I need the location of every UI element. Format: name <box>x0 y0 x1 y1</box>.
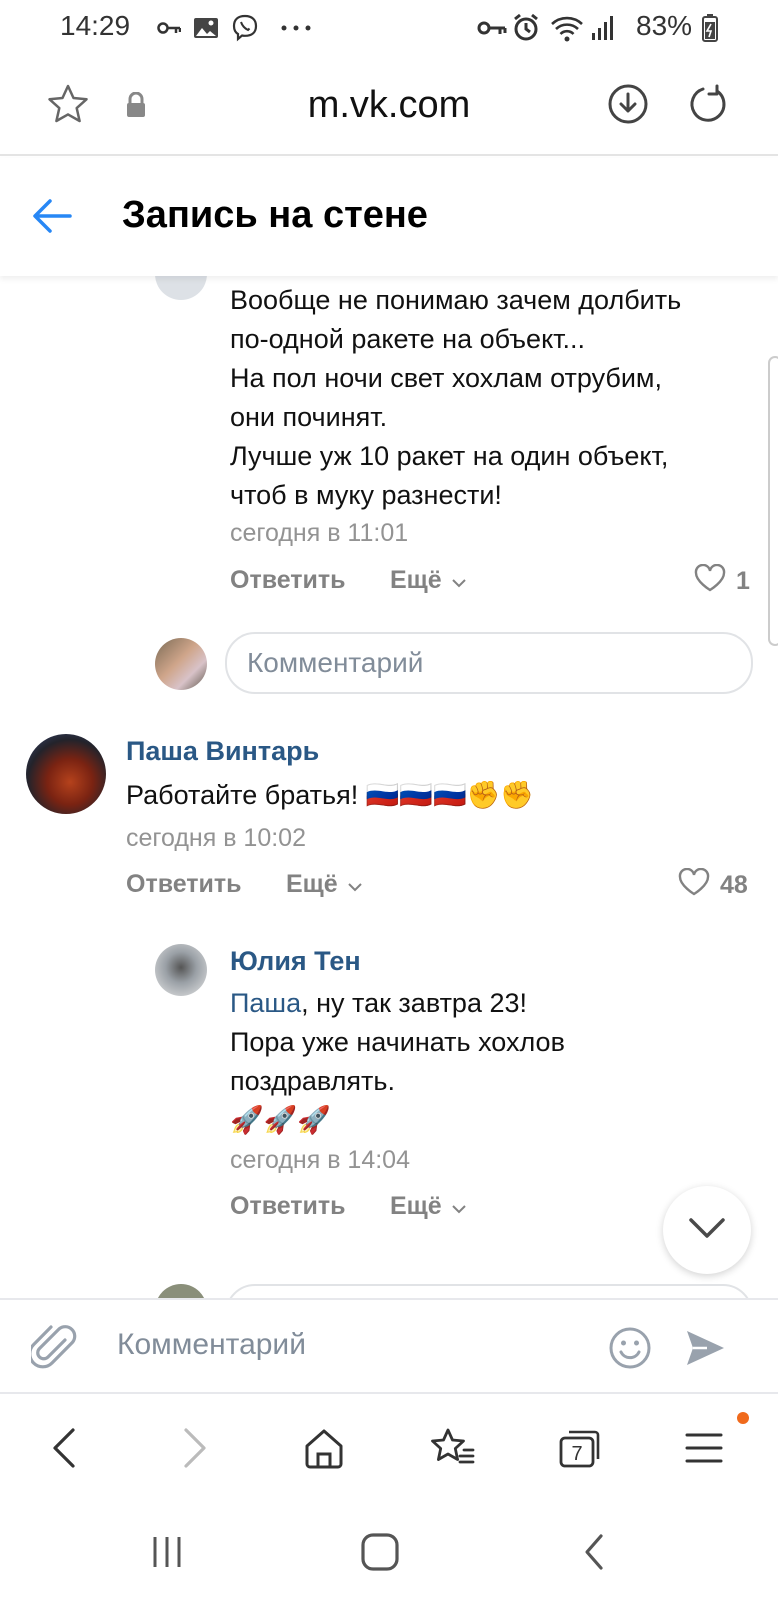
comment-line: они починят. <box>230 402 388 432</box>
tabs-count: 7 <box>571 1443 582 1465</box>
chevron-down-icon <box>687 1216 727 1245</box>
comment-line: Вообще не понимаю зачем долбить <box>230 285 682 315</box>
url-domain[interactable]: m.vk.com <box>0 84 778 127</box>
heart-icon <box>694 563 726 599</box>
comment-date[interactable]: сегодня в 14:04 <box>230 1146 410 1175</box>
comment-line: чтоб в муку разнести! <box>230 480 502 510</box>
forward-icon[interactable] <box>165 1418 225 1478</box>
page-header: Запись на стене <box>0 158 778 276</box>
comment-line: Пора уже начинать хохлов <box>230 1027 565 1057</box>
key-icon <box>156 13 182 43</box>
more-label: Ещё <box>390 1192 442 1220</box>
page-title: Запись на стене <box>122 194 428 236</box>
status-bar: 14:29 83% <box>0 0 778 56</box>
comment-date[interactable]: сегодня в 11:01 <box>230 519 408 548</box>
emoji: 🇷🇺🇷🇺🇷🇺✊✊ <box>365 780 534 810</box>
comment-line-rest: , ну так завтра 23! <box>301 988 527 1018</box>
chevron-down-icon <box>342 876 363 896</box>
comment-author[interactable]: Паша Винтарь <box>126 736 319 767</box>
alarm-icon <box>510 13 542 43</box>
comment-line: Лучше уж 10 ракет на один объект, <box>230 441 669 471</box>
reply-comment-input[interactable] <box>225 1284 753 1298</box>
avatar[interactable] <box>155 944 207 996</box>
system-back-icon[interactable] <box>564 1522 624 1582</box>
tabs-icon[interactable]: 7 <box>550 1418 610 1478</box>
like-count: 48 <box>720 871 748 899</box>
chevron-down-icon <box>446 572 467 592</box>
comment-author[interactable]: Юлия Тен <box>230 946 361 977</box>
user-avatar <box>155 638 207 690</box>
image-icon <box>193 13 219 43</box>
avatar[interactable] <box>26 734 106 814</box>
comment-line: по-одной ракете на объект... <box>230 324 586 354</box>
heart-icon <box>678 867 710 903</box>
reply-button[interactable]: Ответить <box>230 1192 346 1221</box>
download-icon[interactable] <box>606 82 650 126</box>
vpn-key-icon <box>476 13 508 43</box>
more-label: Ещё <box>390 566 442 594</box>
bookmarks-icon[interactable] <box>422 1418 482 1478</box>
back-arrow-icon[interactable] <box>30 194 74 243</box>
back-icon[interactable] <box>34 1418 94 1478</box>
more-label: Ещё <box>286 870 338 898</box>
chevron-down-icon <box>446 1198 467 1218</box>
status-time: 14:29 <box>60 10 131 41</box>
home-button-icon[interactable] <box>350 1522 410 1582</box>
notification-dot <box>737 1412 749 1424</box>
reply-comment-input[interactable]: Комментарий <box>225 632 753 694</box>
emoji: 🚀🚀🚀 <box>230 1105 331 1135</box>
recent-apps-icon[interactable] <box>137 1522 197 1582</box>
avatar[interactable] <box>155 276 207 300</box>
like-button[interactable]: 1 <box>694 563 750 599</box>
viber-icon <box>230 13 260 43</box>
comment-line: На пол ночи свет хохлам отрубим, <box>230 363 662 393</box>
wifi-icon <box>549 13 585 43</box>
battery-percent: 83% <box>636 10 693 41</box>
comments-feed[interactable]: Вообще не понимаю зачем долбить по-одной… <box>0 276 778 1298</box>
like-count: 1 <box>736 567 750 595</box>
comment-line: Паша, ну так завтра 23! <box>230 984 565 1023</box>
comment-text: Вообще не понимаю зачем долбить по-одной… <box>230 281 681 515</box>
comment-line: Работайте братья! <box>126 780 366 810</box>
system-navigation <box>0 1502 778 1600</box>
scroll-down-button[interactable] <box>663 1186 751 1274</box>
reply-button[interactable]: Ответить <box>230 566 346 595</box>
comment-line: поздравлять. <box>230 1066 395 1096</box>
menu-icon[interactable] <box>674 1418 734 1478</box>
browser-toolbar: 7 <box>0 1394 778 1502</box>
send-icon[interactable] <box>681 1324 729 1372</box>
comment-text: Паша, ну так завтра 23! Пора уже начинат… <box>230 984 565 1140</box>
scrollbar[interactable] <box>768 356 778 646</box>
more-button[interactable]: Ещё <box>286 870 363 899</box>
reply-button[interactable]: Ответить <box>126 870 242 899</box>
reload-icon[interactable] <box>686 82 730 126</box>
more-button[interactable]: Ещё <box>390 566 467 595</box>
battery-icon <box>700 13 720 43</box>
more-dots-icon <box>280 13 312 43</box>
user-avatar <box>155 1284 207 1298</box>
mention-link[interactable]: Паша <box>230 988 301 1018</box>
comment-input[interactable]: Комментарий <box>117 1328 306 1362</box>
home-icon[interactable] <box>294 1418 354 1478</box>
more-button[interactable]: Ещё <box>390 1192 467 1221</box>
comment-text: Работайте братья! 🇷🇺🇷🇺🇷🇺✊✊ <box>126 776 534 815</box>
browser-address-bar: m.vk.com <box>0 56 778 156</box>
comment-composer: Комментарий <box>0 1298 778 1394</box>
reply-input-placeholder: Комментарий <box>247 647 424 678</box>
smile-icon[interactable] <box>606 1324 654 1372</box>
like-button[interactable]: 48 <box>678 867 748 903</box>
comment-date[interactable]: сегодня в 10:02 <box>126 824 306 853</box>
signal-icon <box>590 13 616 43</box>
paperclip-icon[interactable] <box>28 1320 80 1376</box>
